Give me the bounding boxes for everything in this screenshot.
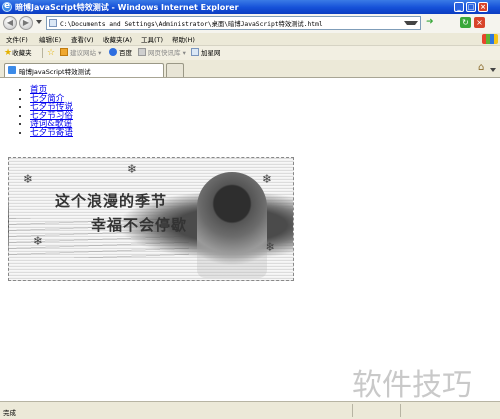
address-url[interactable]: C:\Documents and Settings\Administrator\… [60, 19, 323, 28]
status-bar: 完成 [0, 401, 500, 419]
address-input[interactable]: C:\Documents and Settings\Administrator\… [46, 16, 421, 30]
go-icon[interactable]: ➜ [426, 17, 438, 29]
menu-tools[interactable]: 工具(T) [141, 34, 163, 44]
menu-favorites[interactable]: 收藏夹(A) [103, 34, 132, 44]
add-favorite-icon[interactable]: ☆ [47, 47, 55, 59]
nav-list: 首页 七夕简介 七夕节传说 七夕节习俗 诗词&歌谣 七夕节寄语 [4, 86, 73, 137]
banner-image: ❄ ❄ ❄ ❄ ❄ 这个浪漫的季节 幸福不会停歇 [8, 157, 294, 281]
windows-logo-icon [482, 34, 498, 44]
status-text: 完成 [3, 409, 16, 417]
star-icon: ★ [4, 48, 13, 58]
history-dropdown-icon[interactable] [36, 20, 42, 24]
snowflake-icon: ❄ [33, 234, 44, 248]
snowflake-icon: ❄ [23, 172, 34, 186]
banner-line-2: 幸福不会停歇 [91, 216, 188, 234]
favorites-bar: ★收藏夹 ☆ 建议网站 ▾ 百度 网页快讯库 ▾ 加星网 [0, 46, 500, 61]
snowflake-icon: ❄ [262, 172, 273, 186]
home-dropdown-icon[interactable] [490, 68, 496, 72]
address-dropdown-icon[interactable] [404, 21, 418, 33]
watermark: 软件技巧 [352, 368, 472, 403]
separator [42, 48, 43, 58]
status-divider [400, 404, 401, 417]
menu-edit[interactable]: 编辑(E) [39, 34, 61, 44]
nav-link-wishes[interactable]: 七夕节寄语 [30, 128, 73, 138]
fav-jiaxing-label: 加星网 [201, 49, 221, 57]
snowflake-icon: ❄ [127, 162, 138, 176]
menu-view[interactable]: 查看(V) [71, 34, 94, 44]
minimize-button[interactable]: _ [454, 2, 464, 12]
ie-logo-icon [2, 1, 12, 12]
page-icon [191, 48, 199, 56]
back-button[interactable]: ◀ [3, 16, 17, 30]
fav-web-slice-label: 网页快讯库 ▾ [148, 49, 186, 57]
page-icon [49, 19, 57, 27]
banner-line-1: 这个浪漫的季节 [55, 192, 168, 210]
refresh-icon[interactable]: ↻ [460, 17, 471, 28]
menu-file[interactable]: 文件(F) [6, 34, 28, 44]
baidu-icon [109, 48, 117, 56]
web-slice-icon [138, 48, 146, 56]
tab-label: 暗博JavaScript特效测试 [19, 68, 91, 76]
page-content: 首页 七夕简介 七夕节传说 七夕节习俗 诗词&歌谣 七夕节寄语 ❄ ❄ ❄ ❄ … [4, 79, 500, 401]
window-title: 暗博JavaScript特效测试 - Windows Internet Expl… [15, 3, 239, 12]
fav-jiaxing[interactable]: 加星网 [191, 47, 221, 59]
list-item: 七夕节寄语 [30, 128, 73, 138]
fav-baidu[interactable]: 百度 [109, 47, 132, 59]
home-icon[interactable]: ⌂ [478, 63, 488, 73]
ie-page-icon [8, 66, 16, 74]
new-tab-button[interactable] [166, 63, 184, 77]
favorites-button[interactable]: ★收藏夹 [4, 47, 32, 59]
maximize-button[interactable]: □ [466, 2, 476, 12]
forward-button[interactable]: ▶ [19, 16, 33, 30]
fav-suggested-sites[interactable]: 建议网站 ▾ [60, 47, 101, 59]
close-button[interactable]: × [478, 2, 488, 12]
menu-bar: 文件(F) 编辑(E) 查看(V) 收藏夹(A) 工具(T) 帮助(H) [0, 33, 500, 46]
stop-icon[interactable]: × [474, 17, 485, 28]
fav-baidu-label: 百度 [119, 49, 132, 57]
suggested-sites-icon [60, 48, 68, 56]
portrait-silhouette [197, 172, 267, 278]
tab-active[interactable]: 暗博JavaScript特效测试 [4, 63, 164, 77]
fav-web-slice[interactable]: 网页快讯库 ▾ [138, 47, 186, 59]
favorites-label: 收藏夹 [12, 49, 32, 57]
tab-bar: 暗博JavaScript特效测试 ⌂ [0, 60, 500, 78]
address-row: ◀ ▶ C:\Documents and Settings\Administra… [0, 14, 500, 34]
fav-suggested-label: 建议网站 ▾ [70, 49, 102, 57]
menu-help[interactable]: 帮助(H) [172, 34, 195, 44]
status-divider [352, 404, 353, 417]
title-bar: 暗博JavaScript特效测试 - Windows Internet Expl… [0, 0, 500, 14]
